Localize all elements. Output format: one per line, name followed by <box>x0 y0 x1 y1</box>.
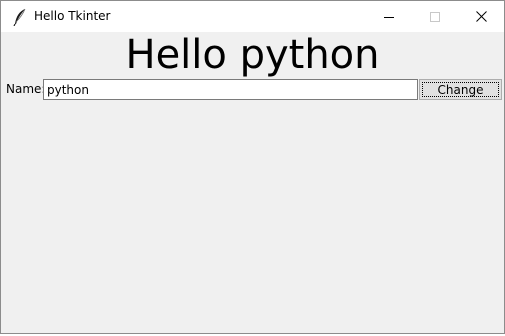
window-content: Hello python Name: Change <box>1 32 504 333</box>
greeting-heading: Hello python <box>125 32 380 78</box>
change-button[interactable]: Change <box>419 79 502 100</box>
change-button-label: Change <box>422 82 499 97</box>
close-icon <box>475 7 487 26</box>
close-button[interactable] <box>458 1 504 32</box>
title-bar[interactable]: Hello Tkinter <box>1 1 504 32</box>
name-label: Name: <box>6 82 46 96</box>
minimize-icon <box>384 7 394 26</box>
window-title: Hello Tkinter <box>34 9 111 23</box>
feather-icon <box>13 8 27 27</box>
app-window: Hello Tkinter Hello python Name: python … <box>0 0 505 334</box>
minimize-button[interactable] <box>366 1 412 32</box>
maximize-icon <box>430 7 440 26</box>
name-input[interactable] <box>43 79 418 100</box>
maximize-button[interactable] <box>412 1 458 32</box>
